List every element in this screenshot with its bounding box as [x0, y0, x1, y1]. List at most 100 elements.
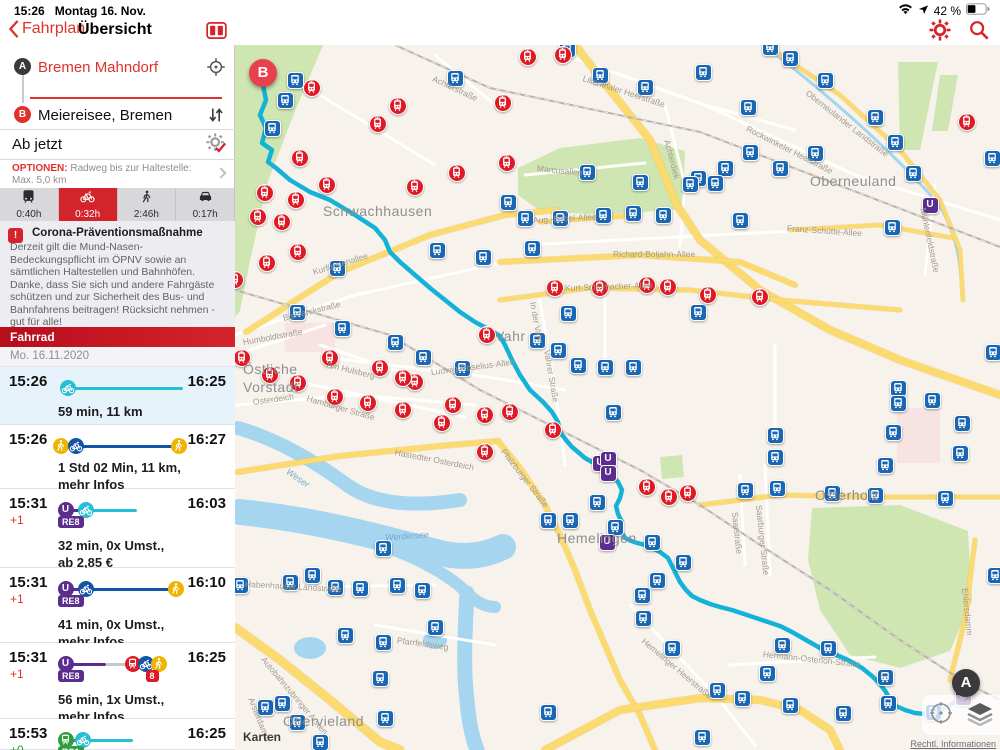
map-canvas[interactable]: UUUUUUSchwachhausenOberneulandÖstlicheVo… — [235, 45, 1000, 750]
tram-stop-marker[interactable] — [326, 388, 344, 406]
bus-stop-marker[interactable] — [303, 566, 321, 584]
bus-stop-marker[interactable] — [388, 576, 406, 594]
tram-stop-marker[interactable] — [751, 288, 769, 306]
bus-stop-marker[interactable] — [879, 694, 897, 712]
bus-stop-marker[interactable] — [606, 518, 624, 536]
bus-stop-marker[interactable] — [951, 444, 969, 462]
tram-stop-marker[interactable] — [258, 254, 276, 272]
tram-stop-marker[interactable] — [249, 208, 267, 226]
bus-stop-marker[interactable] — [694, 63, 712, 81]
bus-stop-marker[interactable] — [953, 414, 971, 432]
bus-stop-marker[interactable] — [886, 133, 904, 151]
journey-row[interactable]: 15:53 16:25 +0 RS1 — [0, 719, 235, 750]
bus-stop-marker[interactable] — [681, 175, 699, 193]
bus-stop-marker[interactable] — [819, 639, 837, 657]
journey-row[interactable]: 15:26 16:25 59 min, 11 km — [0, 367, 235, 425]
bus-stop-marker[interactable] — [374, 539, 392, 557]
bus-stop-marker[interactable] — [326, 578, 344, 596]
bus-stop-marker[interactable] — [923, 391, 941, 409]
bus-stop-marker[interactable] — [499, 193, 517, 211]
bus-stop-marker[interactable] — [876, 456, 894, 474]
rail-station-marker[interactable]: U — [599, 464, 617, 482]
tram-stop-marker[interactable] — [554, 46, 572, 64]
tram-stop-marker[interactable] — [659, 278, 677, 296]
bus-stop-marker[interactable] — [539, 511, 557, 529]
locate-icon[interactable] — [206, 57, 226, 82]
bus-stop-marker[interactable] — [559, 304, 577, 322]
tram-stop-marker[interactable] — [444, 396, 462, 414]
journey-row[interactable]: 15:31 16:03 +1 U RE8 32 min, 0x Umst., ab 2,85… — [0, 489, 235, 570]
bus-stop-marker[interactable] — [624, 358, 642, 376]
legal-info-link[interactable]: Rechtl. Informationen — [910, 739, 996, 749]
tram-stop-marker[interactable] — [638, 276, 656, 294]
origin-field[interactable]: A Bremen Mahndorf — [0, 53, 235, 83]
bus-stop-marker[interactable] — [986, 566, 1000, 584]
tram-stop-marker[interactable] — [958, 113, 976, 131]
tram-stop-marker[interactable] — [389, 97, 407, 115]
rail-station-marker[interactable]: U — [921, 196, 939, 214]
bus-stop-marker[interactable] — [569, 356, 587, 374]
mode-tab-bike[interactable]: 0:32h — [58, 188, 118, 221]
search-button[interactable] — [968, 19, 990, 46]
bus-stop-marker[interactable] — [904, 164, 922, 182]
bus-stop-marker[interactable] — [773, 636, 791, 654]
mode-tab-walk[interactable]: 2:46h — [117, 188, 177, 221]
bus-stop-marker[interactable] — [413, 581, 431, 599]
bus-stop-marker[interactable] — [663, 639, 681, 657]
bus-stop-marker[interactable] — [766, 426, 784, 444]
tram-stop-marker[interactable] — [291, 149, 309, 167]
bus-stop-marker[interactable] — [866, 108, 884, 126]
tram-stop-marker[interactable] — [318, 176, 336, 194]
splitview-icon[interactable] — [206, 22, 227, 44]
tram-stop-marker[interactable] — [394, 401, 412, 419]
bus-stop-marker[interactable] — [539, 703, 557, 721]
bus-stop-marker[interactable] — [634, 609, 652, 627]
bus-stop-marker[interactable] — [549, 341, 567, 359]
bus-stop-marker[interactable] — [273, 694, 291, 712]
bus-stop-marker[interactable] — [884, 423, 902, 441]
bus-stop-marker[interactable] — [889, 379, 907, 397]
tram-stop-marker[interactable] — [406, 178, 424, 196]
gear-check-icon[interactable] — [206, 133, 227, 158]
bus-stop-marker[interactable] — [689, 303, 707, 321]
bus-stop-marker[interactable] — [386, 333, 404, 351]
bus-stop-marker[interactable] — [286, 71, 304, 89]
bus-stop-marker[interactable] — [731, 211, 749, 229]
mode-tab-car[interactable]: 0:17h — [176, 188, 235, 221]
tram-stop-marker[interactable] — [478, 326, 496, 344]
tram-stop-marker[interactable] — [498, 154, 516, 172]
compass-locate-icon[interactable] — [928, 700, 954, 731]
tram-stop-marker[interactable] — [359, 394, 377, 412]
bus-stop-marker[interactable] — [823, 484, 841, 502]
bus-stop-marker[interactable] — [816, 71, 834, 89]
bus-stop-marker[interactable] — [523, 239, 541, 257]
tram-stop-marker[interactable] — [235, 349, 251, 367]
bus-stop-marker[interactable] — [256, 698, 274, 716]
tram-stop-marker[interactable] — [256, 184, 274, 202]
tram-stop-marker[interactable] — [519, 48, 537, 66]
bus-stop-marker[interactable] — [516, 209, 534, 227]
bus-stop-marker[interactable] — [674, 553, 692, 571]
bus-stop-marker[interactable] — [739, 98, 757, 116]
tram-stop-marker[interactable] — [660, 488, 678, 506]
tram-stop-marker[interactable] — [289, 243, 307, 261]
bus-stop-marker[interactable] — [781, 49, 799, 67]
bus-stop-marker[interactable] — [693, 728, 711, 746]
bus-stop-marker[interactable] — [446, 69, 464, 87]
bus-stop-marker[interactable] — [624, 204, 642, 222]
bus-stop-marker[interactable] — [288, 303, 306, 321]
bus-stop-marker[interactable] — [889, 394, 907, 412]
bus-stop-marker[interactable] — [328, 259, 346, 277]
bus-stop-marker[interactable] — [654, 206, 672, 224]
rail-station-marker[interactable]: U — [598, 533, 616, 551]
bus-stop-marker[interactable] — [336, 626, 354, 644]
bus-stop-marker[interactable] — [636, 78, 654, 96]
departure-time-row[interactable]: Ab jetzt — [0, 131, 235, 159]
bus-stop-marker[interactable] — [561, 511, 579, 529]
tram-stop-marker[interactable] — [289, 374, 307, 392]
bus-stop-marker[interactable] — [633, 586, 651, 604]
bus-stop-marker[interactable] — [708, 681, 726, 699]
bus-stop-marker[interactable] — [984, 343, 1000, 361]
bus-stop-marker[interactable] — [631, 173, 649, 191]
tram-stop-marker[interactable] — [448, 164, 466, 182]
